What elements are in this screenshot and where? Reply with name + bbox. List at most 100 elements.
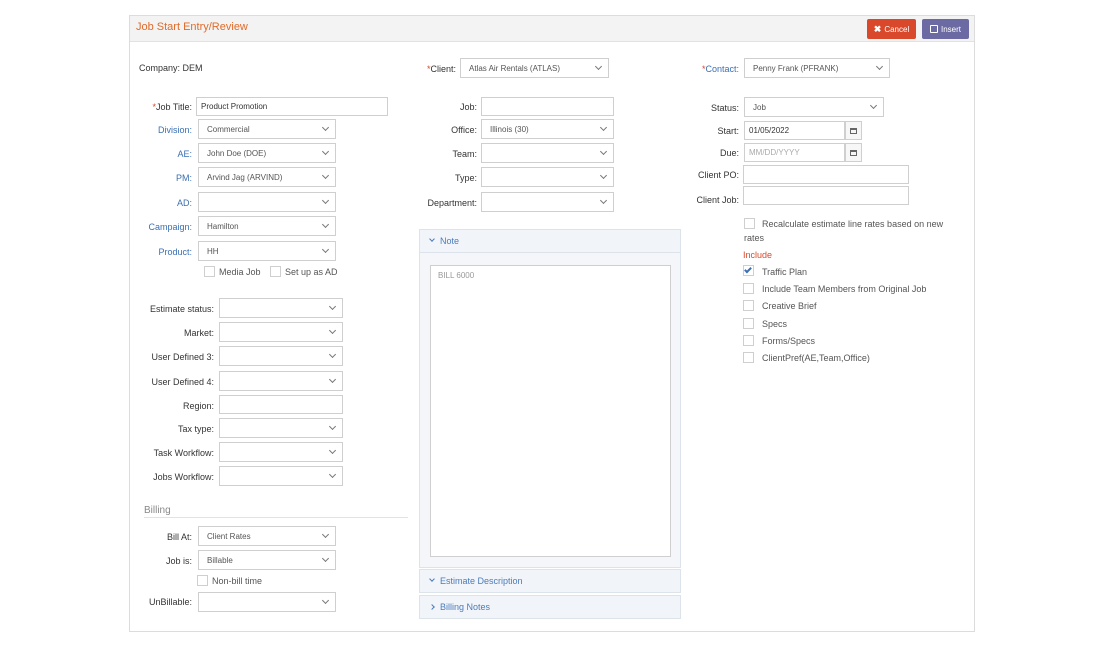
division-select[interactable]: Commercial [198,119,336,139]
chevron-down-icon [875,62,884,71]
job-input[interactable] [481,97,614,116]
job-is-label: Job is: [165,556,192,566]
product-select[interactable]: HH [198,241,336,261]
billing-divider [144,517,408,518]
office-select[interactable]: Illinois (30) [481,119,614,139]
forms-specs-checkbox[interactable] [743,335,754,346]
non-bill-time-checkbox[interactable] [197,575,208,586]
user-defined-3-select[interactable] [219,346,343,366]
chevron-down-icon [328,470,337,479]
close-icon: ✖ [873,23,882,34]
bill-at-label: Bill At: [166,532,192,542]
type-select[interactable] [481,167,614,187]
task-workflow-select[interactable] [219,442,343,462]
pm-label: PM: [175,173,192,183]
creative-brief-checkbox[interactable] [743,300,754,311]
team-select[interactable] [481,143,614,163]
start-date-input[interactable]: 01/05/2022 [744,121,845,140]
include-heading: Include [743,250,773,260]
estimate-status-select[interactable] [219,298,343,318]
include-team-members-checkbox[interactable] [743,283,754,294]
company-label: Company: DEM [139,63,203,73]
chevron-down-icon [599,171,608,180]
chevron-down-icon [328,422,337,431]
client-po-input[interactable] [743,165,909,184]
product-label: Product: [158,247,192,257]
media-job-label: Media Job [219,267,261,277]
clientpref-checkbox[interactable] [743,352,754,363]
save-icon [929,25,938,33]
clientpref-label: ClientPref(AE,Team,Office) [762,353,870,363]
ad-select[interactable] [198,192,336,212]
client-select[interactable]: Atlas Air Rentals (ATLAS) [460,58,609,78]
chevron-right-icon [429,604,435,610]
chevron-down-icon [321,554,330,563]
ae-select[interactable]: John Doe (DOE) [198,143,336,163]
job-title-input[interactable]: Product Promotion [196,97,388,116]
job-is-select[interactable]: Billable [198,550,336,570]
pm-select[interactable]: Arvind Jag (ARVIND) [198,167,336,187]
department-label: Department: [427,198,477,208]
market-label: Market: [183,328,214,338]
chevron-down-icon [321,596,330,605]
insert-button[interactable]: Insert [922,19,969,39]
chevron-down-icon [599,123,608,132]
user-defined-3-label: User Defined 3: [151,352,214,362]
job-label: Job: [459,102,477,112]
chevron-down-icon [429,236,435,242]
billing-notes-accordion[interactable]: Billing Notes [419,595,681,619]
campaign-select[interactable]: Hamilton [198,216,336,236]
traffic-plan-checkbox[interactable] [743,265,754,276]
status-select[interactable]: Job [744,97,884,117]
chevron-down-icon [599,147,608,156]
recalculate-label-cont: rates [744,233,765,243]
region-label: Region: [182,401,214,411]
set-up-as-ad-checkbox[interactable] [270,266,281,277]
chevron-down-icon [869,101,878,110]
check-icon [744,265,752,274]
user-defined-4-select[interactable] [219,371,343,391]
division-label: Division: [157,125,192,135]
unbillable-select[interactable] [198,592,336,612]
calendar-icon[interactable] [845,121,862,140]
unbillable-label: UnBillable: [148,597,192,607]
tax-type-select[interactable] [219,418,343,438]
estimate-status-label: Estimate status: [149,304,214,314]
calendar-icon[interactable] [845,143,862,162]
ad-label: AD: [176,198,192,208]
chevron-down-icon [321,245,330,254]
campaign-label: Campaign: [148,222,192,232]
office-label: Office: [451,125,477,135]
chevron-down-icon [321,171,330,180]
chevron-down-icon [328,302,337,311]
chevron-down-icon [599,196,608,205]
chevron-down-icon [321,147,330,156]
due-date-input[interactable]: MM/DD/YYYY [744,143,845,162]
note-textarea[interactable]: BILL 6000 [430,265,671,557]
cancel-button[interactable]: ✖ Cancel [867,19,916,39]
chevron-down-icon [328,326,337,335]
company-value: DEM [182,63,203,73]
estimate-description-accordion[interactable]: Estimate Description [419,569,681,593]
department-select[interactable] [481,192,614,212]
page-title: Job Start Entry/Review [136,21,248,33]
job-title-label: *Job Title: [152,102,192,112]
contact-label: *Contact: [701,64,739,74]
jobs-workflow-select[interactable] [219,466,343,486]
ae-label: AE: [177,149,192,159]
media-job-checkbox[interactable] [204,266,215,277]
client-job-input[interactable] [743,186,909,205]
panel-header: Job Start Entry/Review ✖ Cancel Insert [130,16,974,42]
specs-checkbox[interactable] [743,318,754,329]
market-select[interactable] [219,322,343,342]
contact-select[interactable]: Penny Frank (PFRANK) [744,58,890,78]
specs-label: Specs [762,319,788,329]
forms-specs-label: Forms/Specs [762,336,816,346]
chevron-down-icon [328,375,337,384]
note-accordion-header[interactable]: Note [419,229,681,253]
recalculate-checkbox[interactable] [744,218,755,229]
due-label: Due: [719,148,739,158]
region-input[interactable] [219,395,343,414]
bill-at-select[interactable]: Client Rates [198,526,336,546]
creative-brief-label: Creative Brief [762,301,817,311]
